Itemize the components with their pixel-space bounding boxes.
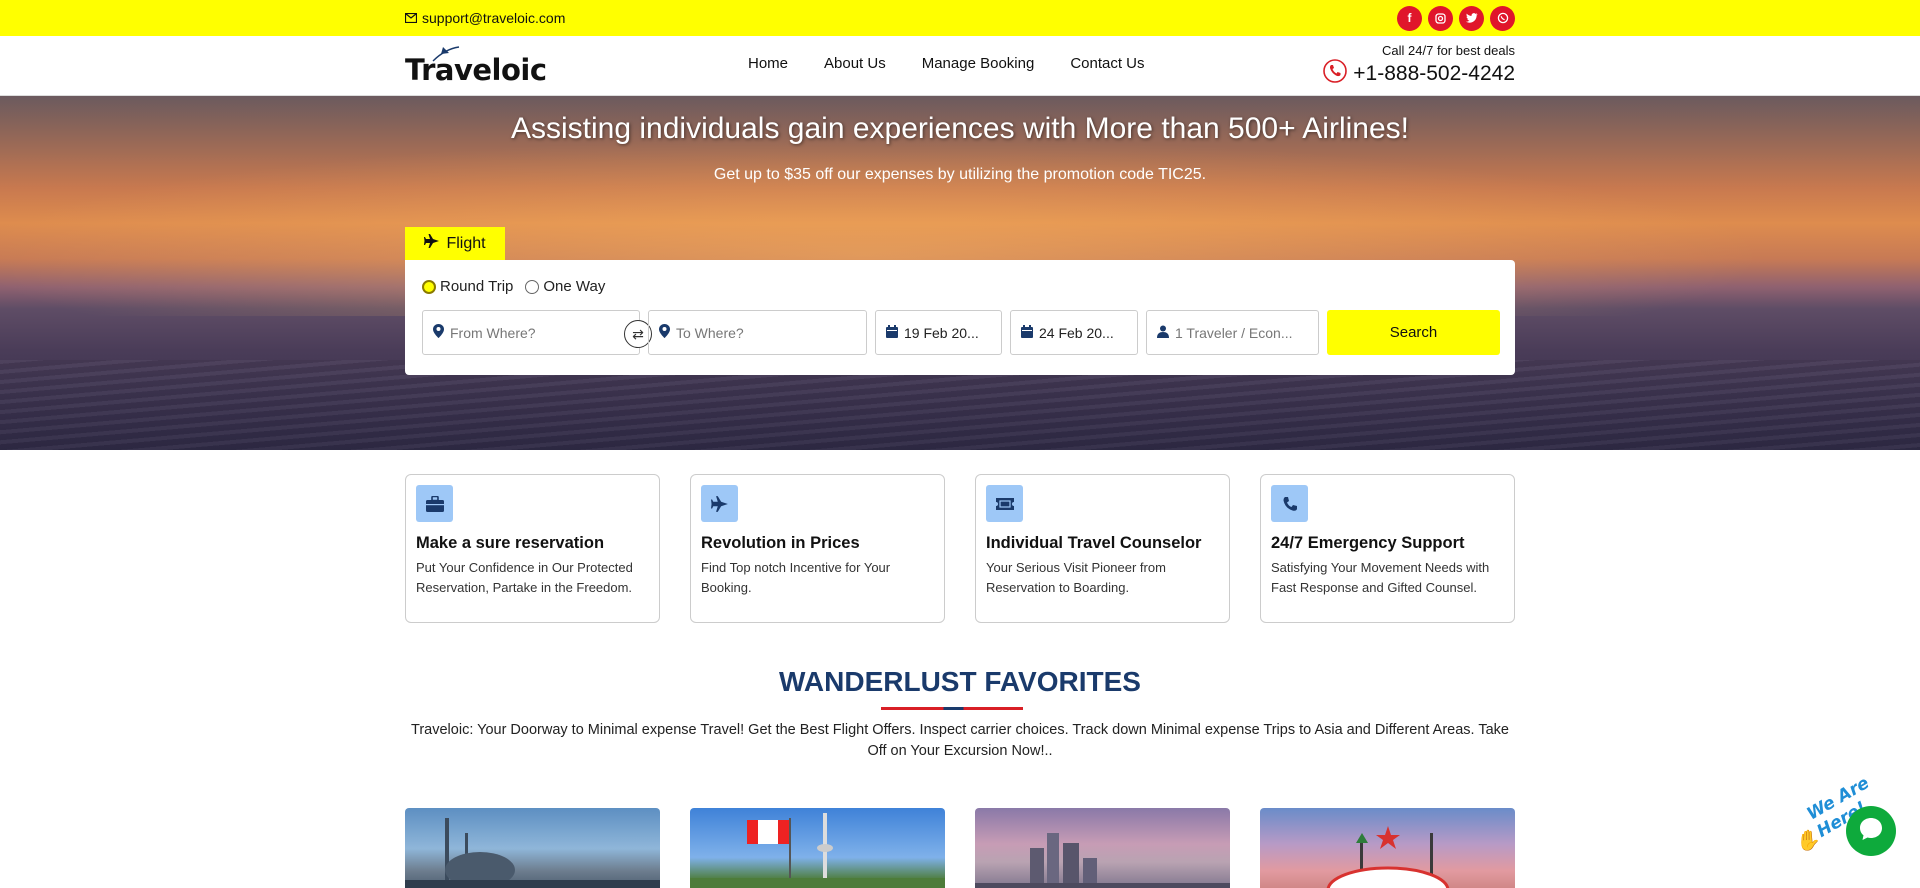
hero-subtitle: Get up to $35 off our expenses by utiliz… <box>713 166 1207 183</box>
one-way-option[interactable]: One Way <box>525 278 605 295</box>
user-icon <box>1157 325 1169 341</box>
destination-cards <box>405 808 1515 888</box>
round-trip-radio[interactable] <box>422 279 436 294</box>
logo-text: Traveloic <box>405 53 547 87</box>
feature-title: Revolution in Prices <box>701 534 860 552</box>
facebook-icon[interactable]: f <box>1397 5 1422 31</box>
tab-flight[interactable]: Flight <box>405 227 505 260</box>
chat-button[interactable] <box>1846 806 1896 856</box>
feature-title: Individual Travel Counselor <box>986 534 1202 552</box>
location-pin-icon <box>433 324 444 341</box>
waving-hand-icon: ✋ <box>1796 830 1821 852</box>
features-row: Make a sure reservation Put Your Confide… <box>405 474 1515 623</box>
location-pin-icon <box>659 324 670 341</box>
briefcase-icon <box>416 485 453 522</box>
title-divider <box>881 707 1023 710</box>
phone-icon <box>1271 485 1308 522</box>
city-skyline-image <box>975 833 1230 888</box>
ticket-icon <box>986 485 1023 522</box>
return-date-value: 24 Feb 20... <box>1039 324 1114 341</box>
round-trip-label: Round Trip <box>440 278 514 295</box>
plane-icon <box>701 485 738 522</box>
return-date-input[interactable]: 24 Feb 20... <box>1010 310 1138 355</box>
to-placeholder: To Where? <box>676 324 744 341</box>
chat-bubble-icon <box>1858 816 1884 847</box>
nav-about-us[interactable]: About Us <box>824 55 886 72</box>
hero-title: Assisting individuals gain experiences w… <box>511 112 1409 145</box>
feature-card: 24/7 Emergency Support Satisfying Your M… <box>1260 474 1515 623</box>
from-placeholder: From Where? <box>450 324 536 341</box>
flight-search-form: Round Trip One Way From Where? ⇄ To Wher… <box>405 260 1515 375</box>
trip-type-group: Round Trip One Way <box>422 278 605 295</box>
top-bar: support@traveloic.com f <box>0 0 1920 36</box>
feature-title: Make a sure reservation <box>416 534 605 552</box>
call-box: Call 24/7 for best deals +1-888-502-4242 <box>1323 43 1515 89</box>
twitter-icon[interactable] <box>1459 5 1484 31</box>
instagram-icon[interactable] <box>1428 5 1453 31</box>
destination-card-image[interactable] <box>690 808 945 888</box>
nav-manage-booking[interactable]: Manage Booking <box>922 55 1035 72</box>
feature-text: Put Your Confidence in Our Protected Res… <box>416 560 633 595</box>
nav-home[interactable]: Home <box>748 55 788 72</box>
from-input[interactable]: From Where? <box>422 310 640 355</box>
feature-title: 24/7 Emergency Support <box>1271 534 1465 552</box>
nav-contact-us[interactable]: Contact Us <box>1070 55 1144 72</box>
envelope-icon <box>404 10 418 26</box>
feature-text: Your Serious Visit Pioneer from Reservat… <box>986 560 1166 595</box>
phone-link[interactable]: +1-888-502-4242 <box>1323 59 1515 89</box>
section-title: WANDERLUST FAVORITES <box>779 666 1141 697</box>
site-logo[interactable]: Traveloic <box>405 45 547 87</box>
plane-icon <box>424 234 440 253</box>
destination-card-image[interactable] <box>975 808 1230 888</box>
support-email-text: support@traveloic.com <box>422 10 566 26</box>
depart-date-input[interactable]: 19 Feb 20... <box>875 310 1002 355</box>
destination-card-image[interactable] <box>1260 808 1515 888</box>
tab-flight-label: Flight <box>446 234 486 252</box>
feature-card: Individual Travel Counselor Your Serious… <box>975 474 1230 623</box>
main-nav: Home About Us Manage Booking Contact Us <box>748 55 1145 72</box>
social-links: f <box>1397 5 1515 31</box>
site-header: Traveloic Home About Us Manage Booking C… <box>0 36 1920 96</box>
destination-card-image[interactable] <box>405 808 660 888</box>
section-description: Traveloic: Your Doorway to Minimal expen… <box>411 722 1509 759</box>
mosque-skyline-image <box>405 818 660 888</box>
feature-card: Make a sure reservation Put Your Confide… <box>405 474 660 623</box>
feature-text: Find Top notch Incentive for Your Bookin… <box>701 560 891 595</box>
one-way-radio[interactable] <box>525 279 540 294</box>
support-email[interactable]: support@traveloic.com <box>404 10 566 26</box>
feature-card: Revolution in Prices Find Top notch Ince… <box>690 474 945 623</box>
phone-icon <box>1323 59 1348 89</box>
logo-plane-icon <box>432 46 460 62</box>
swap-arrows-icon: ⇄ <box>632 325 644 342</box>
round-trip-option[interactable]: Round Trip <box>422 278 513 295</box>
depart-date-value: 19 Feb 20... <box>904 324 979 341</box>
feature-text: Satisfying Your Movement Needs with Fast… <box>1271 560 1490 595</box>
travelers-input[interactable]: 1 Traveler / Econ... <box>1146 310 1319 355</box>
las-vegas-sign-image <box>1326 826 1450 888</box>
call-label: Call 24/7 for best deals <box>1382 43 1515 58</box>
calendar-icon <box>886 324 898 341</box>
calendar-icon <box>1021 324 1033 341</box>
one-way-label: One Way <box>543 278 606 295</box>
phone-number: +1-888-502-4242 <box>1353 62 1515 85</box>
to-input[interactable]: To Where? <box>648 310 867 355</box>
travelers-value: 1 Traveler / Econ... <box>1175 324 1293 341</box>
canada-flag-tower-image <box>690 813 945 888</box>
search-button[interactable]: Search <box>1327 310 1500 355</box>
whatsapp-icon[interactable] <box>1490 5 1515 31</box>
